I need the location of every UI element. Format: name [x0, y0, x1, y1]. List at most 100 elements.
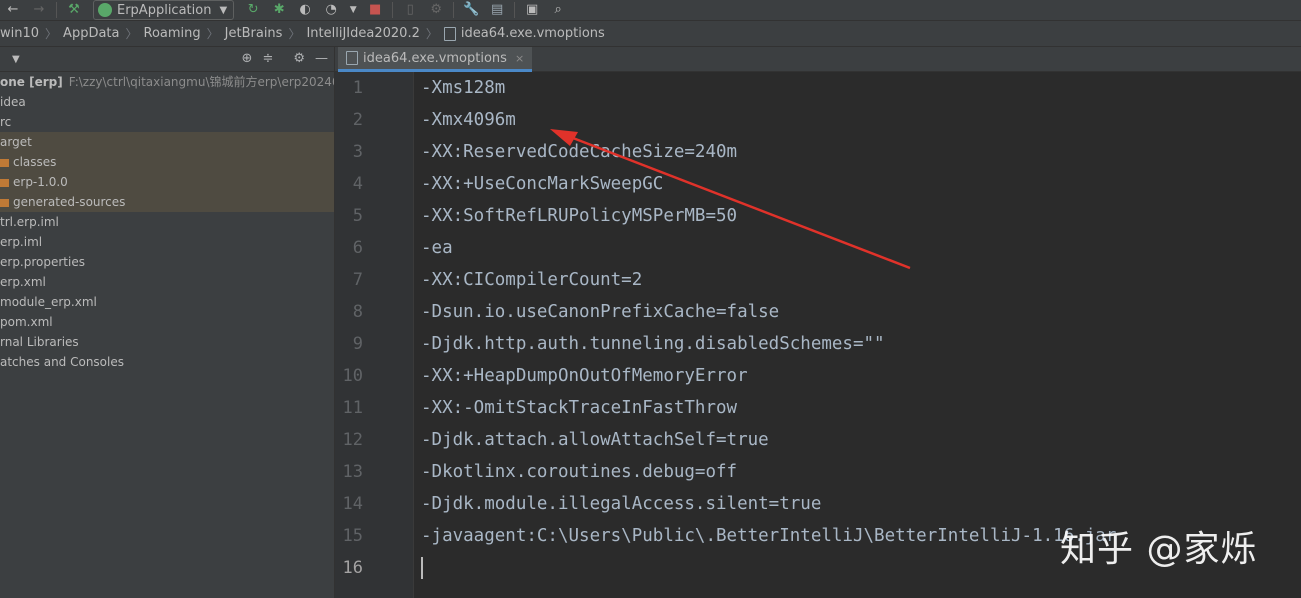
locate-target-icon[interactable]: ⊕ — [242, 51, 253, 66]
line-number: 14 — [342, 494, 363, 514]
tree-item-label: classes — [13, 155, 57, 169]
line-number: 13 — [342, 462, 363, 482]
collapse-all-icon[interactable]: ≑ — [262, 51, 273, 66]
line-number: 8 — [352, 302, 363, 322]
tree-item[interactable]: atches and Consoles — [0, 352, 334, 372]
code-line: -Djdk.module.illegalAccess.silent=true — [421, 494, 822, 514]
breadcrumb-label: Roaming — [143, 26, 201, 41]
line-number: 7 — [352, 270, 363, 290]
tree-item[interactable]: idea — [0, 92, 334, 112]
folder-icon — [0, 198, 9, 207]
project-tool-header: ▼ ⊕ ≑ ⚙ — — [0, 47, 334, 72]
debug-bug-icon[interactable]: ✱ — [271, 2, 287, 18]
close-icon[interactable]: × — [515, 52, 524, 65]
line-number: 3 — [352, 142, 363, 162]
code-line: -XX:-OmitStackTraceInFastThrow — [421, 398, 738, 418]
code-line: -Xmx4096m — [421, 110, 516, 130]
tree-item-label: erp-1.0.0 — [13, 175, 68, 189]
terminal-window-icon[interactable]: ▣ — [524, 2, 540, 18]
line-number: 12 — [342, 430, 363, 450]
code-line: -XX:SoftRefLRUPolicyMSPerMB=50 — [421, 206, 738, 226]
line-number: 6 — [352, 238, 363, 258]
tree-item[interactable]: generated-sources — [0, 192, 334, 212]
main-toolbar: ← → ⚒ ErpApplication ▼ ↻ ✱ ◐ ◔ ▼ ■ ▯ ⚙ 🔧… — [0, 0, 1301, 21]
tree-item[interactable]: classes — [0, 152, 334, 172]
tree-item[interactable]: erp.iml — [0, 232, 334, 252]
tree-items: idea rc arget classes erp-1.0.0 generated-sou… — [0, 92, 334, 372]
breadcrumb-separator: 〉 — [288, 27, 301, 41]
breadcrumb-item[interactable]: IntelliJIdea2020.2 — [306, 26, 419, 41]
coverage-icon[interactable]: ◐ — [297, 2, 313, 18]
attach-debugger-icon[interactable]: ⚙ — [428, 2, 444, 18]
breadcrumb-item[interactable]: idea64.exe.vmoptions — [443, 26, 605, 41]
view-mode-chevron-icon[interactable]: ▼ — [12, 54, 20, 65]
code-line: -Djdk.http.auth.tunneling.disabledScheme… — [421, 334, 885, 354]
device-icon[interactable]: ▯ — [402, 2, 418, 18]
text-caret — [421, 557, 423, 579]
code-line: -ea — [421, 238, 453, 258]
tree-item[interactable]: arget — [0, 132, 334, 152]
minimize-icon[interactable]: — — [315, 51, 328, 66]
root-path: F:\zzy\ctrl\qitaxiangmu\锦城前方erp\erp20240… — [68, 75, 334, 89]
root-name: one [erp] — [0, 75, 63, 89]
line-number: 4 — [352, 174, 363, 194]
rerun-icon[interactable]: ↻ — [245, 2, 261, 18]
tree-item[interactable]: rnal Libraries — [0, 332, 334, 352]
tree-item-label: generated-sources — [13, 195, 126, 209]
code-line: -Dkotlinx.coroutines.debug=off — [421, 462, 738, 482]
breadcrumb-separator: 〉 — [425, 27, 438, 41]
tree-root[interactable]: one [erp] F:\zzy\ctrl\qitaxiangmu\锦城前方erp… — [0, 72, 334, 92]
build-hammer-icon[interactable]: ⚒ — [66, 2, 82, 18]
search-icon[interactable]: ⌕ — [550, 2, 566, 18]
tree-item[interactable]: rc — [0, 112, 334, 132]
tab-vmoptions[interactable]: idea64.exe.vmoptions × — [338, 47, 533, 72]
breadcrumb-item[interactable]: Roaming — [144, 26, 201, 41]
breadcrumb-item[interactable]: JetBrains — [225, 26, 283, 41]
back-arrow-icon[interactable]: ← — [5, 2, 21, 18]
settings-wrench-icon[interactable]: 🔧 — [463, 2, 479, 18]
tree-item-label: pom.xml — [0, 315, 53, 329]
line-number: 2 — [352, 110, 363, 130]
breadcrumb-separator: 〉 — [125, 27, 138, 41]
profile-icon[interactable]: ◔ — [323, 2, 339, 18]
tree-item[interactable]: erp.xml — [0, 272, 334, 292]
line-number: 16 — [342, 558, 363, 578]
code-line: -XX:+UseConcMarkSweepGC — [421, 174, 664, 194]
tree-item[interactable]: trl.erp.iml — [0, 212, 334, 232]
code-line: -javaagent:C:\Users\Public\.BetterIntell… — [421, 526, 1117, 546]
tree-item[interactable]: module_erp.xml — [0, 292, 334, 312]
breadcrumb-separator: 〉 — [206, 27, 219, 41]
code-line: -XX:ReservedCodeCacheSize=240m — [421, 142, 738, 162]
project-tool-window: ▼ ⊕ ≑ ⚙ — one [erp] F:\zzy\ctrl\qitaxiang… — [0, 47, 335, 598]
code-line: -Dsun.io.useCanonPrefixCache=false — [421, 302, 780, 322]
tree-item-label: erp.xml — [0, 275, 46, 289]
tree-item-label: erp.iml — [0, 235, 43, 249]
tree-item-label: rnal Libraries — [0, 335, 79, 349]
tree-item-label: arget — [0, 135, 32, 149]
folder-icon — [0, 158, 9, 167]
code-line: -XX:+HeapDumpOnOutOfMemoryError — [421, 366, 748, 386]
tab-label: idea64.exe.vmoptions — [363, 50, 507, 66]
tree-item[interactable]: erp.properties — [0, 252, 334, 272]
tree-item[interactable]: pom.xml — [0, 312, 334, 332]
line-number: 9 — [352, 334, 363, 354]
breadcrumb: win10 〉 AppData 〉 Roaming 〉 JetBrains 〉 … — [0, 21, 1301, 47]
breadcrumb-item[interactable]: AppData — [63, 26, 119, 41]
line-number: 11 — [342, 398, 363, 418]
breadcrumb-item[interactable]: win10 — [0, 26, 39, 41]
toolbar-separator — [453, 2, 455, 18]
line-number: 5 — [352, 206, 363, 226]
tree-item[interactable]: erp-1.0.0 — [0, 172, 334, 192]
watermark-text: 知乎 @家烁 — [1060, 529, 1258, 570]
stop-icon[interactable]: ■ — [367, 2, 383, 18]
gear-icon[interactable]: ⚙ — [293, 51, 305, 66]
editor-tab-bar: idea64.exe.vmoptions × — [335, 47, 1301, 72]
toolbar-separator — [392, 2, 394, 18]
project-structure-icon[interactable]: ▤ — [489, 2, 505, 18]
breadcrumb-separator: 〉 — [45, 27, 58, 41]
code-line: -Xms128m — [421, 78, 506, 98]
line-number: 1 — [352, 78, 363, 98]
more-run-options-icon[interactable]: ▼ — [349, 2, 357, 18]
forward-arrow-icon[interactable]: → — [31, 2, 47, 18]
run-config-dropdown[interactable]: ErpApplication ▼ — [93, 0, 235, 20]
